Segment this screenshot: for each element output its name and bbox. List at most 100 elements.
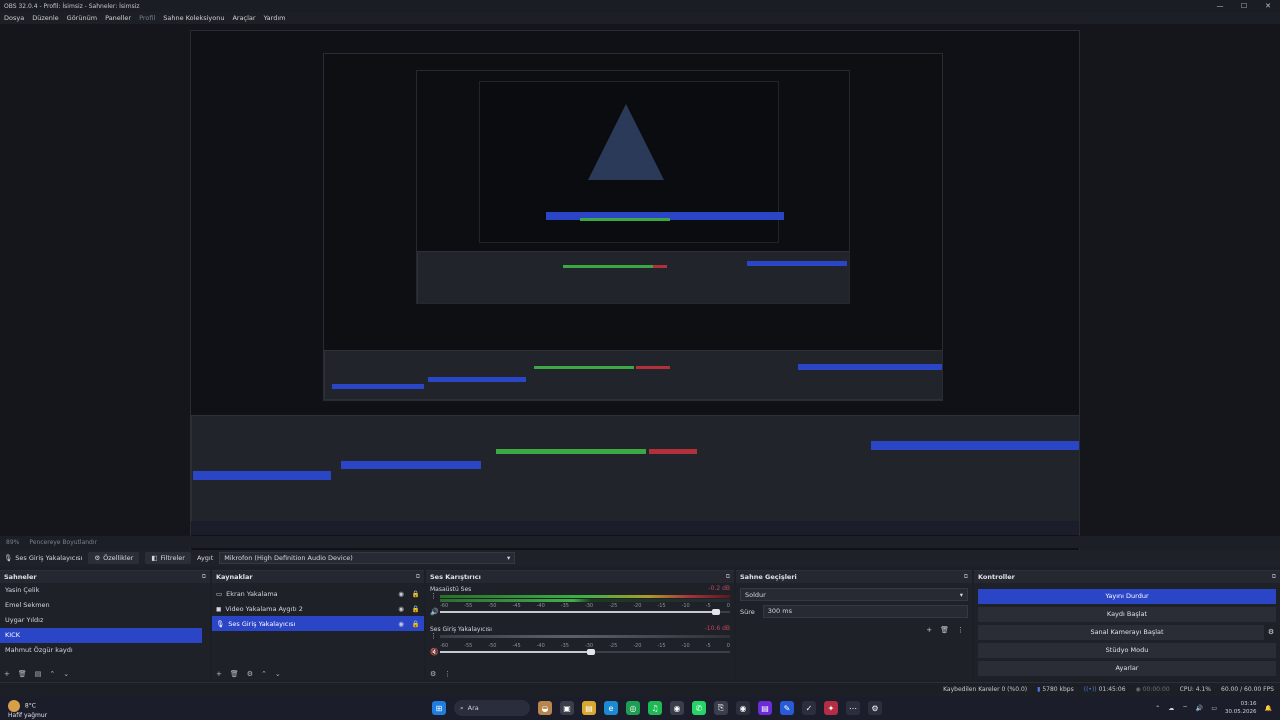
volume-icon[interactable]: 🔊 (1196, 705, 1203, 712)
settings-icon[interactable]: ⚙ (868, 701, 882, 715)
menu-profile[interactable]: Profil (139, 14, 155, 22)
menu-file[interactable]: Dosya (4, 14, 24, 22)
edge-icon[interactable]: e (604, 701, 618, 715)
cloud-icon[interactable]: ☁ (1168, 705, 1174, 712)
trash-icon[interactable]: 🗑 (230, 670, 239, 678)
app-icon[interactable]: ▤ (758, 701, 772, 715)
stop-streaming-button[interactable]: Yayını Durdur (978, 589, 1276, 604)
volume-slider[interactable] (440, 649, 730, 655)
transition-value: Soldur (745, 590, 766, 599)
eye-icon[interactable]: ◉ (398, 620, 408, 628)
properties-button[interactable]: ⚙ Özellikler (88, 552, 140, 564)
trash-icon[interactable]: 🗑 (940, 626, 949, 634)
source-toolbar: 🎙 Ses Giriş Yakalayıcısı ⚙ Özellikler ◧ … (0, 550, 1280, 566)
speaker-icon[interactable]: 🔊 (430, 608, 439, 616)
dock-menu-icon[interactable]: ⧉ (964, 573, 968, 581)
add-icon[interactable]: + (4, 670, 10, 678)
zoom-level[interactable]: 89% (6, 539, 19, 546)
menu-edit[interactable]: Düzenle (32, 14, 58, 22)
chevron-up-icon[interactable]: ⌃ (1155, 705, 1160, 712)
scene-item[interactable]: Mahmut Özgür kaydı (0, 643, 202, 658)
arrow-down-icon[interactable]: ⌄ (275, 670, 281, 678)
filters-button[interactable]: ◧ Filtreler (145, 552, 191, 564)
obs-active-icon[interactable]: ◉ (736, 701, 750, 715)
track-options-icon[interactable]: ⋮ (430, 632, 437, 640)
filter-icon[interactable]: ▤ (35, 670, 42, 678)
arrow-up-icon[interactable]: ⌃ (49, 670, 55, 678)
app-icon[interactable]: ✓ (802, 701, 816, 715)
scene-item[interactable]: Yasin Çelik (0, 583, 202, 598)
eye-icon[interactable]: ◉ (398, 590, 408, 598)
add-icon[interactable]: + (926, 626, 932, 634)
menu-help[interactable]: Yardım (264, 14, 286, 22)
track-options-icon[interactable]: ⋮ (430, 592, 437, 600)
close-button[interactable]: ✕ (1256, 0, 1280, 12)
mixer-dock: Ses Karıştırıcı ⧉ Masaüstü Ses -0.2 dB ⋮… (426, 570, 734, 680)
wifi-icon[interactable]: ⌔ (1182, 704, 1188, 712)
maximize-button[interactable]: ☐ (1232, 0, 1256, 12)
preview-area[interactable] (0, 24, 1280, 558)
source-item[interactable]: ◼ Video Yakalama Aygıtı 2 ◉ 🔒 (212, 601, 424, 616)
source-item[interactable]: ▭ Ekran Yakalama ◉ 🔒 (212, 586, 424, 601)
dock-menu-icon[interactable]: ⧉ (726, 573, 730, 581)
source-item-selected[interactable]: 🎙 Ses Giriş Yakalayıcısı ◉ 🔒 (212, 616, 424, 631)
chrome-icon[interactable]: ◎ (626, 701, 640, 715)
taskbar-search[interactable]: ⌕ Ara (454, 700, 530, 716)
widget-icon[interactable]: ◒ (538, 701, 552, 715)
scene-item[interactable]: Emel Sekmen (0, 598, 202, 613)
spotify-icon[interactable]: ♫ (648, 701, 662, 715)
lock-icon[interactable]: 🔒 (412, 620, 424, 628)
app-icon[interactable]: ⎘ (714, 701, 728, 715)
dock-menu-icon[interactable]: ⧉ (1272, 573, 1276, 581)
start-virtual-camera-button[interactable]: Sanal Kamerayı Başlat ⚙ (978, 625, 1278, 640)
more-icon[interactable]: ⋮ (444, 670, 451, 678)
weather-widget[interactable]: 8°C Hafif yağmur (8, 700, 47, 720)
trash-icon[interactable]: 🗑 (18, 670, 27, 678)
windows-start-icon[interactable]: ⊞ (432, 701, 446, 715)
more-icon[interactable]: ⋮ (957, 626, 964, 634)
menu-tools[interactable]: Araçlar (232, 14, 255, 22)
menu-view[interactable]: Görünüm (67, 14, 97, 22)
dock-menu-icon[interactable]: ⧉ (416, 573, 420, 581)
dropped-frames: Kaybedilen Kareler 0 (%0.0) (943, 686, 1028, 693)
arrow-up-icon[interactable]: ⌃ (261, 670, 267, 678)
settings-button[interactable]: Ayarlar (978, 661, 1276, 676)
start-recording-button[interactable]: Kaydı Başlat (978, 607, 1276, 622)
chevron-down-icon: ▾ (507, 554, 511, 562)
fit-to-window[interactable]: Pencereye Boyutlandır (29, 539, 97, 546)
dock-menu-icon[interactable]: ⧉ (202, 573, 206, 581)
app-icon[interactable]: ⋯ (846, 701, 860, 715)
arrow-down-icon[interactable]: ⌄ (63, 670, 69, 678)
gear-icon[interactable]: ⚙ (1264, 625, 1278, 640)
volume-slider[interactable] (440, 609, 730, 615)
menu-scene-collection[interactable]: Sahne Koleksiyonu (163, 14, 224, 22)
scene-item-selected[interactable]: KICK (0, 628, 202, 643)
device-select[interactable]: Mikrofon (High Definition Audio Device) … (219, 552, 516, 564)
minimize-button[interactable]: — (1208, 0, 1232, 12)
gear-icon[interactable]: ⚙ (247, 670, 253, 678)
menu-docks[interactable]: Paneller (105, 14, 131, 22)
battery-icon[interactable]: ▭ (1211, 705, 1217, 712)
lock-icon[interactable]: 🔒 (412, 590, 424, 598)
clock[interactable]: 03:16 30.05.2026 (1225, 700, 1257, 716)
task-view-icon[interactable]: ▣ (560, 701, 574, 715)
mixer-footer: ⚙ ⋮ (430, 670, 451, 678)
scene-item[interactable]: Uygar Yıldız (0, 613, 202, 628)
lock-icon[interactable]: 🔒 (412, 605, 424, 613)
add-icon[interactable]: + (216, 670, 222, 678)
duration-input[interactable]: 300 ms (762, 605, 968, 618)
studio-mode-button[interactable]: Stüdyo Modu (978, 643, 1276, 658)
transitions-title: Sahne Geçişleri (740, 573, 797, 581)
app-icon[interactable]: ✎ (780, 701, 794, 715)
obs-icon[interactable]: ◉ (670, 701, 684, 715)
app-icon[interactable]: ✦ (824, 701, 838, 715)
transition-select[interactable]: Soldur ▾ (740, 588, 968, 601)
gear-icon[interactable]: ⚙ (430, 670, 436, 678)
current-source-label: Ses Giriş Yakalayıcısı (15, 554, 83, 562)
speaker-muted-icon[interactable]: 🔇 (430, 648, 439, 656)
whatsapp-icon[interactable]: ✆ (692, 701, 706, 715)
eye-icon[interactable]: ◉ (398, 605, 408, 613)
notification-icon[interactable]: 🔔 (1265, 705, 1272, 712)
file-explorer-icon[interactable]: ▤ (582, 701, 596, 715)
camera-icon: ◼ (216, 604, 222, 613)
